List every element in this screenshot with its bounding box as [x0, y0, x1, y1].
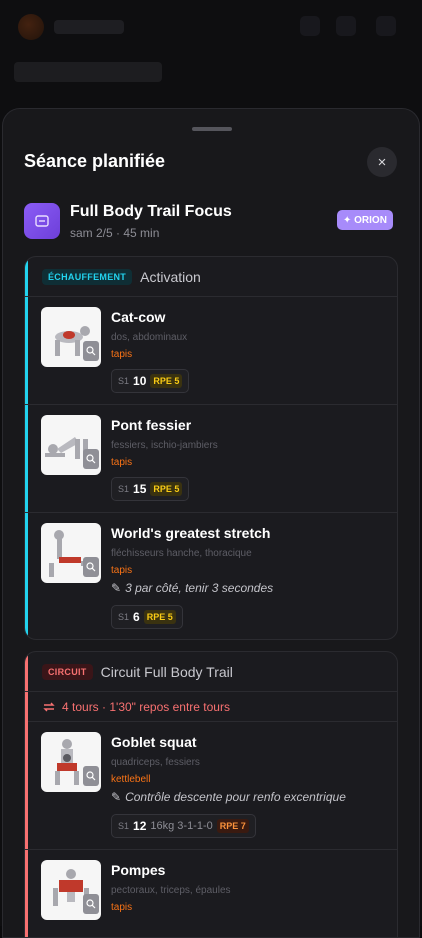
exercise-image — [41, 307, 101, 367]
zoom-icon[interactable] — [83, 894, 99, 914]
zoom-icon[interactable] — [83, 557, 99, 577]
set-reps: 12 — [133, 819, 147, 833]
exercise-name: Cat-cow — [111, 309, 166, 325]
set-label: S1 — [118, 484, 130, 494]
exercise-row[interactable]: Pont fessier fessiers, ischio-jambiers t… — [25, 405, 397, 513]
header-icon — [300, 16, 320, 36]
block-tag: ÉCHAUFFEMENT — [42, 268, 133, 285]
pencil-icon: ✎ — [111, 581, 122, 595]
exercise-note-text: Contrôle descente pour renfo excentrique — [125, 790, 346, 804]
circuit-block: CIRCUIT Circuit Full Body Trail 4 tours … — [24, 651, 398, 937]
set-pill: S1 12 16kg 3-1-1-0 RPE 7 — [111, 814, 256, 838]
exercise-muscles: fléchisseurs hanche, thoracique — [111, 548, 252, 559]
set-reps: 15 — [133, 482, 147, 496]
exercise-equipment: tapis — [111, 457, 133, 468]
set-label: S1 — [118, 612, 130, 622]
set-reps: 10 — [133, 374, 147, 388]
zoom-icon[interactable] — [83, 766, 99, 786]
set-label: S1 — [118, 821, 130, 831]
warmup-block: ÉCHAUFFEMENT Activation Cat-cow dos, abd… — [24, 256, 398, 640]
exercise-image — [41, 860, 101, 920]
app-logo-text — [54, 20, 124, 34]
block-name: Circuit Full Body Trail — [100, 663, 233, 680]
block-header: CIRCUIT Circuit Full Body Trail — [25, 652, 397, 692]
workout-name: Full Body Trail Focus — [70, 203, 232, 220]
repeat-icon — [43, 702, 55, 711]
rounds-text: 4 tours · 1'30" repos entre tours — [62, 699, 230, 714]
rpe-badge: RPE 5 — [143, 610, 176, 624]
exercise-row[interactable]: Pompes pectoraux, triceps, épaules tapis — [25, 850, 397, 937]
page-title-placeholder — [14, 62, 162, 82]
exercise-muscles: dos, abdominaux — [111, 332, 188, 343]
dumbbell-icon — [35, 215, 49, 227]
set-pill: S1 6 RPE 5 — [111, 605, 183, 629]
block-tag: CIRCUIT — [42, 663, 93, 680]
exercise-equipment: kettlebell — [111, 774, 151, 785]
orion-badge: ✦ ORION — [337, 210, 393, 230]
zoom-icon[interactable] — [83, 341, 99, 361]
app-logo — [18, 14, 44, 40]
close-button[interactable]: × — [367, 147, 397, 177]
set-load-tempo: 16kg 3-1-1-0 — [150, 820, 213, 832]
sheet-title: Séance planifiée — [24, 151, 166, 171]
exercise-row[interactable]: Goblet squat quadriceps, fessiers kettle… — [25, 722, 397, 850]
exercise-image — [41, 732, 101, 792]
exercise-image — [41, 415, 101, 475]
exercise-note: ✎ Contrôle descente pour renfo excentriq… — [111, 790, 346, 804]
drag-handle[interactable] — [192, 127, 232, 131]
exercise-image — [41, 523, 101, 583]
exercise-note-text: 3 par côté, tenir 3 secondes — [125, 581, 274, 595]
exercise-muscles: quadriceps, fessiers — [111, 757, 200, 768]
workout-meta: sam 2/5 · 45 min — [70, 226, 160, 240]
exercise-muscles: pectoraux, triceps, épaules — [111, 885, 231, 896]
zoom-icon[interactable] — [83, 449, 99, 469]
header-icon — [376, 16, 396, 36]
close-icon: × — [377, 153, 387, 171]
exercise-row[interactable]: World's greatest stretch fléchisseurs ha… — [25, 513, 397, 639]
exercise-name: World's greatest stretch — [111, 525, 271, 541]
exercise-row[interactable]: Cat-cow dos, abdominaux tapis S1 10 RPE … — [25, 297, 397, 405]
set-pill: S1 15 RPE 5 — [111, 477, 190, 501]
rounds-info: 4 tours · 1'30" repos entre tours — [25, 692, 397, 722]
rpe-badge: RPE 5 — [150, 482, 183, 496]
block-name: Activation — [140, 268, 201, 285]
pencil-icon: ✎ — [111, 790, 122, 804]
exercise-note: ✎ 3 par côté, tenir 3 secondes — [111, 581, 273, 595]
set-label: S1 — [118, 376, 130, 386]
set-pill: S1 10 RPE 5 — [111, 369, 190, 393]
block-header: ÉCHAUFFEMENT Activation — [25, 257, 397, 297]
rpe-badge: RPE 7 — [216, 819, 249, 833]
exercise-name: Goblet squat — [111, 734, 197, 750]
workout-icon — [24, 203, 60, 239]
exercise-name: Pompes — [111, 862, 166, 878]
exercise-muscles: fessiers, ischio-jambiers — [111, 440, 218, 451]
exercise-equipment: tapis — [111, 349, 133, 360]
exercise-equipment: tapis — [111, 565, 133, 576]
header-icon — [336, 16, 356, 36]
exercise-equipment: tapis — [111, 902, 133, 913]
exercise-name: Pont fessier — [111, 417, 192, 433]
rpe-badge: RPE 5 — [150, 374, 183, 388]
planned-session-sheet: Séance planifiée × Full Body Trail Focus… — [2, 108, 420, 938]
set-reps: 6 — [133, 610, 140, 624]
